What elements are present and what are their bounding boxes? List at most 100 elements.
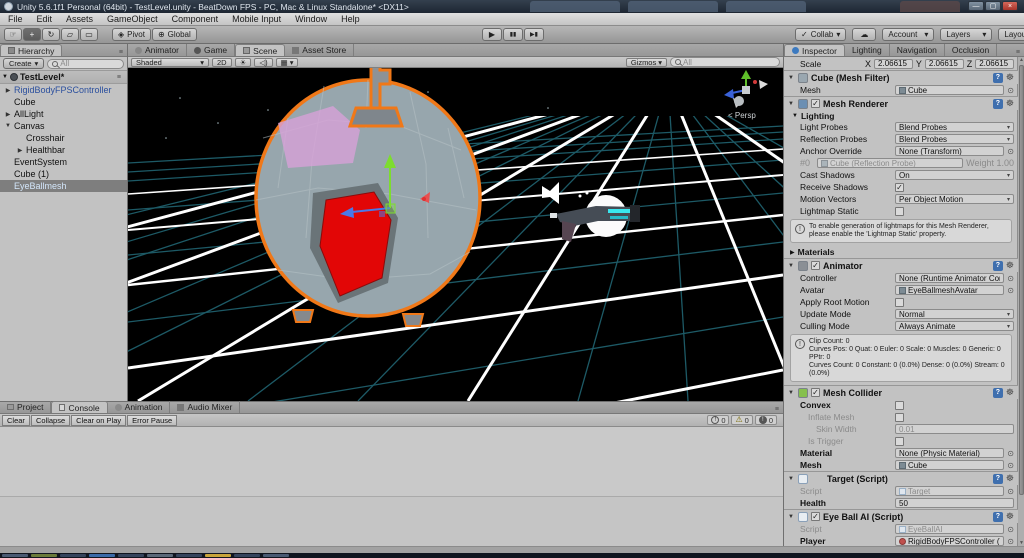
taskbar-item[interactable] — [147, 554, 173, 557]
scale-z-field[interactable]: 2.06615 — [975, 58, 1015, 69]
tab-inspector[interactable]: Inspector — [784, 44, 845, 56]
help-icon[interactable]: ? — [992, 473, 1003, 484]
collider-mesh-field[interactable]: Cube — [895, 460, 1005, 470]
player-object-field[interactable]: RigidBodyFPSController (Transform — [895, 536, 1005, 546]
scene-effects-dropdown[interactable]: ▦ ▾ — [275, 57, 299, 67]
foldout-icon[interactable]: ▼ — [788, 390, 795, 396]
hierarchy-item[interactable]: ▶ Healthbar — [0, 144, 127, 156]
light-probes-dropdown[interactable]: Blend Probes ▾ — [895, 122, 1014, 132]
physic-material-field[interactable]: None (Physic Material) — [895, 448, 1005, 458]
object-picker-icon[interactable]: ⊙ — [1007, 286, 1014, 295]
scene-audio-toggle-icon[interactable]: ◁) — [254, 57, 273, 67]
component-header-animator[interactable]: ▼ ✓ Animator ? ☸ — [784, 258, 1018, 272]
convex-checkbox[interactable] — [895, 400, 904, 410]
hierarchy-item-selected[interactable]: EyeBallmesh — [0, 180, 127, 192]
panel-menu-icon[interactable]: ≡ — [1016, 49, 1024, 56]
cloud-services-icon[interactable]: ☁ — [852, 28, 877, 41]
component-header-target-script[interactable]: ▼ Target (Script) ? ☸ — [784, 471, 1018, 485]
culling-mode-dropdown[interactable]: Always Animate ▾ — [895, 321, 1014, 331]
hierarchy-search-input[interactable]: All — [47, 58, 124, 69]
tab-navigation[interactable]: Navigation — [890, 44, 945, 56]
cast-shadows-dropdown[interactable]: On ▾ — [895, 170, 1014, 180]
enabled-checkbox[interactable]: ✓ — [811, 388, 820, 397]
receive-shadows-checkbox[interactable]: ✓ — [895, 182, 904, 192]
scene-viewport[interactable]: < Persp — [128, 68, 783, 401]
foldout-icon[interactable]: ▶ — [16, 147, 24, 154]
tab-audio-mixer[interactable]: Audio Mixer — [170, 401, 241, 413]
component-header-eyeball-ai[interactable]: ▼ ✓ Eye Ball AI (Script) ? ☸ — [784, 509, 1018, 523]
help-icon[interactable]: ? — [992, 387, 1003, 398]
foldout-icon[interactable]: ▼ — [788, 514, 795, 520]
avatar-object-field[interactable]: EyeBallmeshAvatar — [895, 285, 1005, 295]
gear-icon[interactable]: ☸ — [1006, 72, 1014, 83]
apply-root-motion-checkbox[interactable] — [895, 297, 904, 307]
panel-menu-icon[interactable]: ≡ — [775, 406, 783, 413]
anchor-override-field[interactable]: None (Transform) — [895, 146, 1005, 156]
component-header-mesh-filter[interactable]: ▼ Cube (Mesh Filter) ? ☸ — [784, 70, 1018, 84]
hierarchy-item[interactable]: Cube — [0, 96, 127, 108]
menu-help[interactable]: Help — [341, 14, 360, 24]
foldout-icon[interactable]: ▶ — [4, 111, 12, 118]
gear-icon[interactable]: ☸ — [1006, 511, 1014, 522]
tab-occlusion[interactable]: Occlusion — [945, 44, 998, 56]
gear-icon[interactable]: ☸ — [1006, 473, 1014, 484]
minimize-button[interactable]: — — [968, 1, 984, 11]
taskbar-item[interactable] — [176, 554, 202, 557]
foldout-icon[interactable]: ▼ — [788, 75, 795, 81]
global-toggle[interactable]: ⊕ Global — [151, 28, 197, 41]
menu-assets[interactable]: Assets — [66, 14, 93, 24]
taskbar-item[interactable] — [89, 554, 115, 557]
account-dropdown[interactable]: Account ▾ — [882, 28, 935, 41]
scale-y-field[interactable]: 2.06615 — [924, 58, 964, 69]
scale-tool-icon[interactable]: ▱ — [61, 28, 79, 41]
help-icon[interactable]: ? — [992, 511, 1003, 522]
taskbar-item[interactable] — [60, 554, 86, 557]
object-picker-icon[interactable]: ⊙ — [1007, 461, 1014, 470]
foldout-icon[interactable]: ▼ — [788, 101, 795, 107]
persp-label[interactable]: < Persp — [728, 111, 756, 120]
scene-header-row[interactable]: ▼ TestLevel* ≡ — [0, 71, 127, 84]
info-count-toggle[interactable]: ! 0 — [707, 415, 730, 425]
rect-tool-icon[interactable]: ▭ — [80, 28, 98, 41]
object-picker-icon[interactable]: ⊙ — [1007, 449, 1014, 458]
scale-x-field[interactable]: 2.06615 — [874, 58, 913, 69]
tab-lighting[interactable]: Lighting — [845, 44, 890, 56]
enabled-checkbox[interactable]: ✓ — [811, 261, 820, 270]
scene-lighting-toggle-icon[interactable]: ☀ — [234, 57, 252, 67]
lighting-foldout-row[interactable]: ▼ Lighting — [784, 110, 1018, 121]
gear-icon[interactable]: ☸ — [1006, 260, 1014, 271]
move-tool-icon[interactable]: + — [23, 28, 41, 41]
clear-button[interactable]: Clear — [2, 414, 30, 426]
pause-button[interactable]: ▮▮ — [503, 28, 523, 41]
error-pause-button[interactable]: Error Pause — [127, 414, 178, 426]
hierarchy-item[interactable]: EventSystem — [0, 156, 127, 168]
scene-menu-icon[interactable]: ≡ — [117, 74, 125, 81]
gear-icon[interactable]: ☸ — [1006, 387, 1014, 398]
foldout-icon[interactable]: ▼ — [788, 263, 795, 269]
warning-count-toggle[interactable]: ⚠ 0 — [731, 415, 753, 425]
shading-mode-dropdown[interactable]: Shaded ▾ — [131, 57, 209, 67]
help-icon[interactable]: ? — [992, 72, 1003, 83]
console-log-area[interactable] — [0, 427, 783, 497]
update-mode-dropdown[interactable]: Normal ▾ — [895, 309, 1014, 319]
menu-window[interactable]: Window — [295, 14, 327, 24]
scroll-up-icon[interactable]: ▲ — [1018, 57, 1024, 63]
play-button[interactable]: ▶ — [482, 28, 502, 41]
tab-hierarchy[interactable]: Hierarchy — [0, 44, 63, 56]
component-header-mesh-renderer[interactable]: ▼ ✓ Mesh Renderer ? ☸ — [784, 96, 1018, 110]
object-picker-icon[interactable]: ⊙ — [1007, 537, 1014, 546]
os-taskbar[interactable] — [0, 553, 1024, 558]
foldout-icon[interactable]: ▼ — [2, 74, 8, 80]
taskbar-item[interactable] — [2, 554, 28, 557]
foldout-icon[interactable]: ▶ — [790, 249, 795, 256]
error-count-toggle[interactable]: ! 0 — [754, 415, 777, 425]
rotate-tool-icon[interactable]: ↻ — [42, 28, 60, 41]
object-picker-icon[interactable]: ⊙ — [1007, 274, 1014, 283]
collapse-button[interactable]: Collapse — [30, 414, 71, 426]
tab-game[interactable]: Game — [187, 44, 236, 56]
taskbar-item[interactable] — [118, 554, 144, 557]
health-field[interactable]: 50 — [895, 498, 1014, 508]
foldout-icon[interactable]: ▼ — [788, 476, 795, 482]
tab-project[interactable]: Project — [0, 401, 52, 413]
component-header-mesh-collider[interactable]: ▼ ✓ Mesh Collider ? ☸ — [784, 385, 1018, 399]
